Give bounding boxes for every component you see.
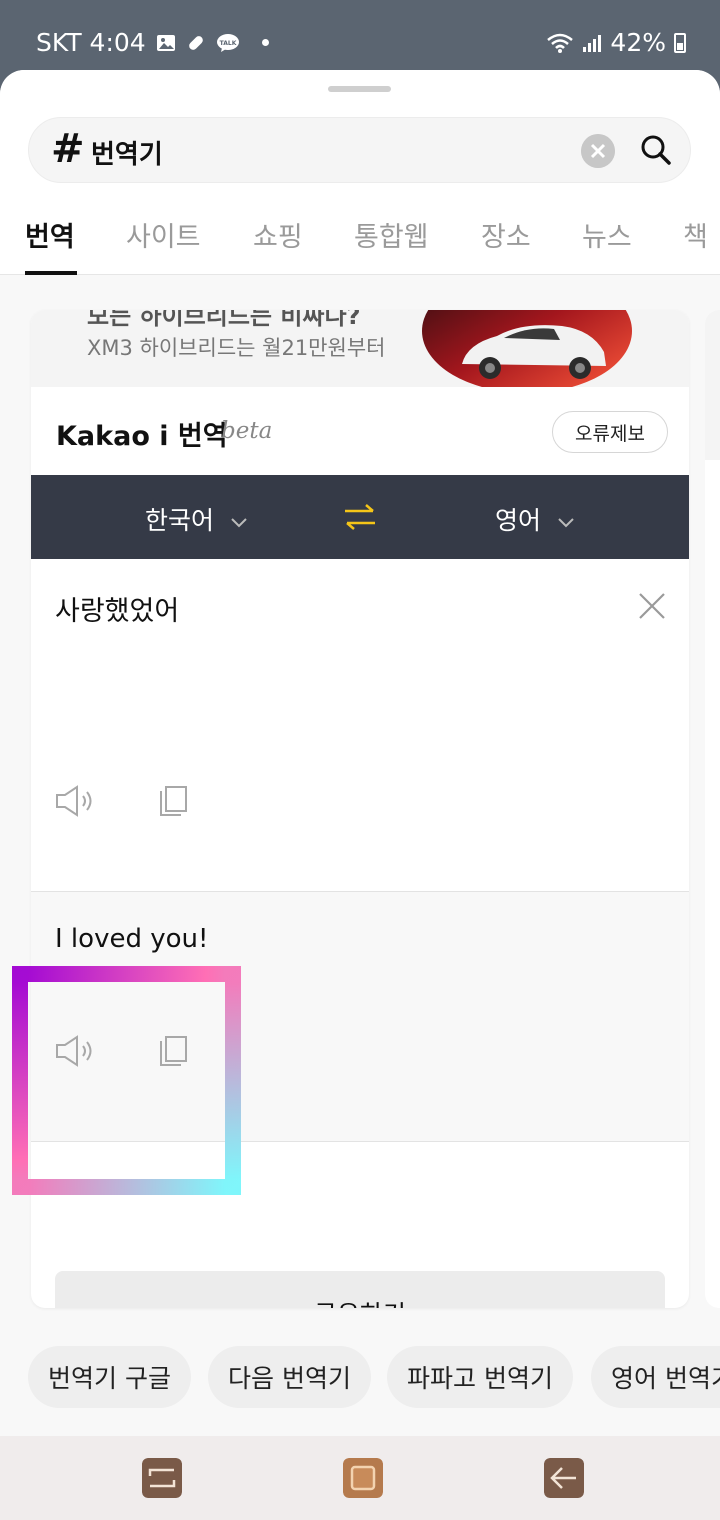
related-chip[interactable]: 파파고 번역기: [387, 1346, 573, 1408]
source-text[interactable]: 사랑했었어: [55, 589, 179, 628]
chevron-down-icon: [558, 518, 574, 528]
beta-label: beta: [221, 418, 273, 444]
notification-dot: [261, 39, 269, 46]
tab-news[interactable]: 뉴스: [582, 215, 632, 254]
talk-icon: TALK: [216, 33, 239, 52]
status-bar: SKT 4:04 TALK 42%: [0, 0, 720, 72]
tab-book[interactable]: 책: [683, 215, 708, 254]
source-language-label: 한국어: [145, 506, 215, 535]
back-icon[interactable]: [544, 1458, 584, 1498]
battery-icon: [674, 32, 686, 53]
active-tab-indicator: [25, 271, 77, 275]
recent-apps-icon[interactable]: [142, 1458, 182, 1498]
share-button[interactable]: 공유하기: [55, 1271, 665, 1308]
ad-headline: 모든 하이브리드는 비싸다?: [87, 310, 361, 330]
sheet-header: # 번역기 번역 사이트 쇼핑 통합웹 장소 뉴스 책: [0, 70, 720, 275]
chevron-down-icon: [231, 518, 247, 528]
tab-web[interactable]: 통합웹: [354, 215, 429, 254]
search-input[interactable]: # 번역기: [28, 117, 691, 183]
search-query[interactable]: 번역기: [91, 134, 163, 171]
speaker-icon[interactable]: [55, 784, 95, 818]
translator-card: 모든 하이브리드는 비싸다? XM3 하이브리드는 월21만원부터 Kakao …: [31, 310, 689, 1308]
copy-icon[interactable]: [159, 785, 189, 817]
ad-banner[interactable]: 모든 하이브리드는 비싸다? XM3 하이브리드는 월21만원부터: [31, 310, 689, 387]
search-sheet: # 번역기 번역 사이트 쇼핑 통합웹 장소 뉴스 책 모든 하이브리드는 비싸…: [0, 70, 720, 1520]
target-language-label: 영어: [495, 506, 542, 535]
signal-icon: [583, 34, 602, 52]
related-search-chips: 번역기 구글 다음 번역기 파파고 번역기 영어 번역기: [28, 1346, 720, 1408]
report-error-button[interactable]: 오류제보: [552, 411, 668, 453]
speaker-icon[interactable]: [55, 1034, 95, 1068]
clear-search-button[interactable]: [581, 134, 615, 168]
related-chip[interactable]: 영어 번역기: [591, 1346, 720, 1408]
pill-icon: [188, 35, 203, 50]
ad-car-image: [422, 310, 632, 387]
related-chip[interactable]: 번역기 구글: [28, 1346, 191, 1408]
hash-icon: #: [51, 126, 85, 172]
next-card-peek[interactable]: [705, 310, 720, 1308]
carrier-time: SKT 4:04: [36, 28, 146, 57]
translation-result-area: I loved you!: [31, 892, 689, 1142]
tab-translate[interactable]: 번역: [25, 215, 75, 254]
home-icon[interactable]: [343, 1458, 383, 1498]
source-language-select[interactable]: 한국어: [145, 501, 248, 537]
target-language-select[interactable]: 영어: [495, 501, 575, 537]
ad-subtext: XM3 하이브리드는 월21만원부터: [87, 336, 386, 360]
close-icon[interactable]: [638, 592, 666, 620]
copy-icon[interactable]: [159, 1035, 189, 1067]
translator-title: Kakao i 번역: [56, 421, 228, 452]
drag-handle[interactable]: [328, 86, 391, 92]
wifi-icon: [547, 33, 574, 53]
tab-place[interactable]: 장소: [481, 215, 531, 254]
system-nav-bar: [0, 1436, 720, 1520]
swap-languages-icon[interactable]: [342, 501, 378, 533]
translated-text: I loved you!: [55, 924, 209, 954]
gallery-icon: [156, 34, 175, 51]
tab-shopping[interactable]: 쇼핑: [253, 215, 303, 254]
related-chip[interactable]: 다음 번역기: [208, 1346, 371, 1408]
tab-site[interactable]: 사이트: [126, 215, 201, 254]
tab-bar: 번역 사이트 쇼핑 통합웹 장소 뉴스 책: [0, 205, 720, 275]
talk-icon-label: TALK: [219, 40, 236, 47]
source-text-area[interactable]: 사랑했었어: [31, 559, 689, 892]
search-icon[interactable]: [639, 133, 673, 167]
battery-percent: 42%: [610, 28, 666, 57]
language-bar: 한국어 영어: [31, 475, 689, 559]
